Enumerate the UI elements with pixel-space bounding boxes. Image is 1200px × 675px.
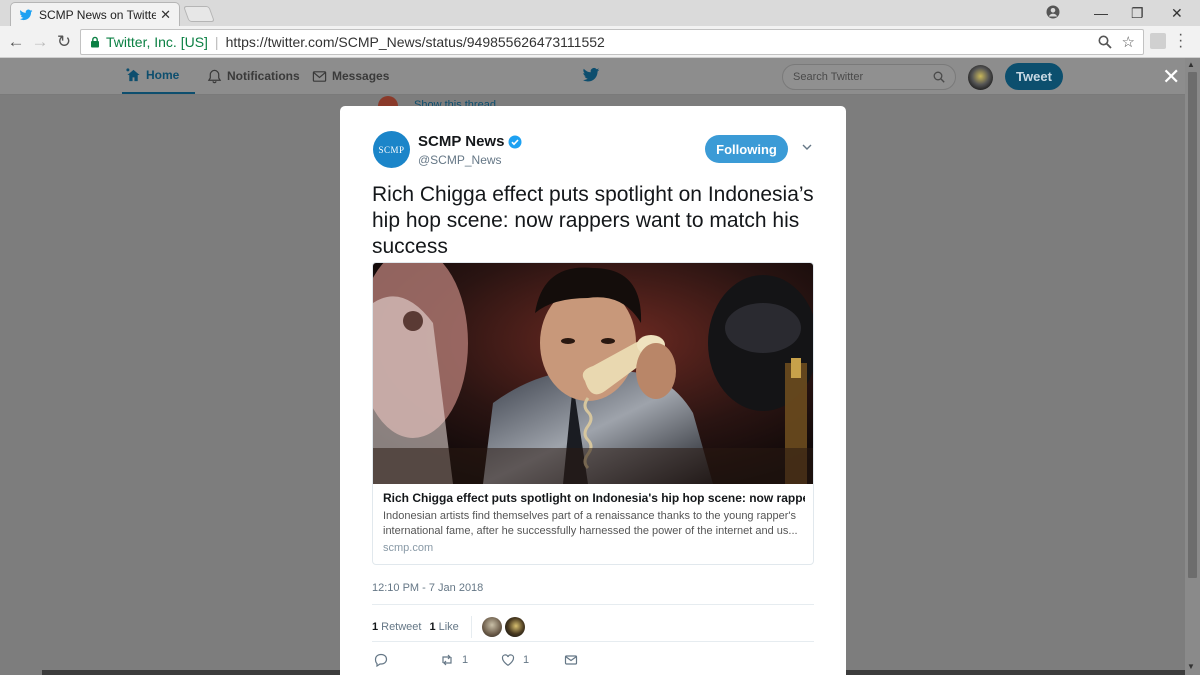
tweet-text: Rich Chigga effect puts spotlight on Ind… <box>372 183 814 258</box>
scrollbar-thumb[interactable] <box>1188 72 1197 578</box>
background-avatar <box>378 96 398 106</box>
link-card[interactable]: Rich Chigga effect puts spotlight on Ind… <box>372 262 814 565</box>
address-bar[interactable]: Twitter, Inc. [US] | https://twitter.com… <box>80 29 1144 55</box>
nav-home[interactable]: Home <box>122 58 195 94</box>
bell-icon <box>207 69 222 83</box>
liker-avatar[interactable] <box>504 617 525 637</box>
tweet-timestamp[interactable]: 12:10 PM - 7 Jan 2018 <box>372 582 483 594</box>
following-button[interactable]: Following <box>705 135 788 163</box>
new-tab-button[interactable] <box>183 6 215 22</box>
address-separator: | <box>214 34 219 50</box>
bookmark-star-icon[interactable]: ☆ <box>1122 33 1135 51</box>
home-icon <box>126 67 140 81</box>
browser-menu-icon[interactable]: · · · <box>1178 27 1183 55</box>
browser-toolbar: ← → ↻ Twitter, Inc. [US] | https://twitt… <box>0 26 1200 58</box>
author-name-row[interactable]: SCMP News <box>418 133 522 150</box>
nav-notifications-label: Notifications <box>227 69 300 83</box>
card-domain: scmp.com <box>383 542 434 554</box>
address-bar-icons: ☆ <box>1098 33 1135 51</box>
card-title[interactable]: Rich Chigga effect puts spotlight on Ind… <box>383 491 805 505</box>
user-avatar[interactable] <box>968 65 993 90</box>
card-description: Indonesian artists find themselves part … <box>383 510 798 537</box>
like-stat-label: Like <box>438 621 459 633</box>
browser-tab[interactable]: SCMP News on Twitter: " ✕ <box>10 2 180 26</box>
restore-icon[interactable]: ❐ <box>1131 0 1144 26</box>
tab-close-icon[interactable]: ✕ <box>160 7 171 23</box>
divider <box>372 604 814 605</box>
minimize-icon[interactable]: — <box>1094 0 1108 26</box>
nav-notifications[interactable]: Notifications <box>207 58 300 94</box>
browser-tabstrip: SCMP News on Twitter: " ✕ — ❐ ✕ <box>0 0 1200 26</box>
liker-avatar[interactable] <box>481 617 502 637</box>
window-close-icon[interactable]: ✕ <box>1171 0 1183 26</box>
forward-arrow-icon[interactable]: → <box>30 32 50 52</box>
search-placeholder: Search Twitter <box>793 71 864 83</box>
scroll-down-icon[interactable]: ▼ <box>1187 662 1195 671</box>
chevron-down-icon[interactable] <box>801 141 813 153</box>
heart-icon <box>501 654 515 667</box>
retweet-icon <box>442 654 452 666</box>
twitter-bird-icon <box>19 9 33 20</box>
reload-icon[interactable]: ↻ <box>54 32 74 52</box>
twitter-logo-icon[interactable] <box>581 66 601 84</box>
compose-tweet-button[interactable]: Tweet <box>1005 63 1063 90</box>
card-photo[interactable] <box>373 263 814 484</box>
back-arrow-icon[interactable]: ← <box>6 32 26 52</box>
author-avatar[interactable]: SCMP <box>373 131 410 168</box>
retweet-stat-label: Retweet <box>381 621 422 633</box>
divider <box>372 641 814 642</box>
retweet-action-count: 1 <box>462 654 469 666</box>
close-modal-icon[interactable]: ✕ <box>1162 64 1180 90</box>
retweet-button[interactable]: 1 <box>440 653 468 667</box>
reply-button[interactable] <box>374 653 396 667</box>
direct-message-button[interactable] <box>564 653 578 667</box>
nav-home-label: Home <box>146 68 180 82</box>
like-stat[interactable]: 1 Like <box>429 621 458 633</box>
tab-title: SCMP News on Twitter: " <box>39 7 157 22</box>
reply-icon <box>374 653 388 667</box>
scroll-up-icon[interactable]: ▲ <box>1187 60 1195 69</box>
retweet-count: 1 <box>372 621 379 633</box>
zoom-icon[interactable] <box>1098 35 1112 49</box>
tweet-modal: SCMP SCMP News @SCMP_News Following Rich… <box>340 106 846 675</box>
like-action-count: 1 <box>523 654 530 666</box>
tweet-actions: 1 1 <box>372 653 814 671</box>
author-name[interactable]: SCMP News <box>418 133 504 150</box>
nav-messages-label: Messages <box>332 69 390 83</box>
envelope-icon <box>564 655 578 665</box>
secure-label: Twitter, Inc. [US] <box>106 34 208 50</box>
author-handle[interactable]: @SCMP_News <box>418 153 502 167</box>
nav-messages[interactable]: Messages <box>312 58 389 94</box>
lock-icon <box>91 36 99 48</box>
like-button[interactable]: 1 <box>501 653 529 667</box>
url-text[interactable]: https://twitter.com/SCMP_News/status/949… <box>226 34 605 50</box>
extension-icon[interactable] <box>1150 33 1166 49</box>
retweet-stat[interactable]: 1 Retweet <box>372 621 421 633</box>
stats-separator <box>470 616 472 638</box>
tweet-stats: 1 Retweet 1 Like <box>372 616 528 638</box>
search-icon[interactable] <box>933 71 945 83</box>
twitter-search-input[interactable]: Search Twitter <box>782 64 956 90</box>
like-count: 1 <box>429 621 436 633</box>
browser-profile-icon[interactable] <box>1046 5 1060 19</box>
verified-badge-icon <box>508 135 522 148</box>
envelope-icon <box>312 70 327 82</box>
